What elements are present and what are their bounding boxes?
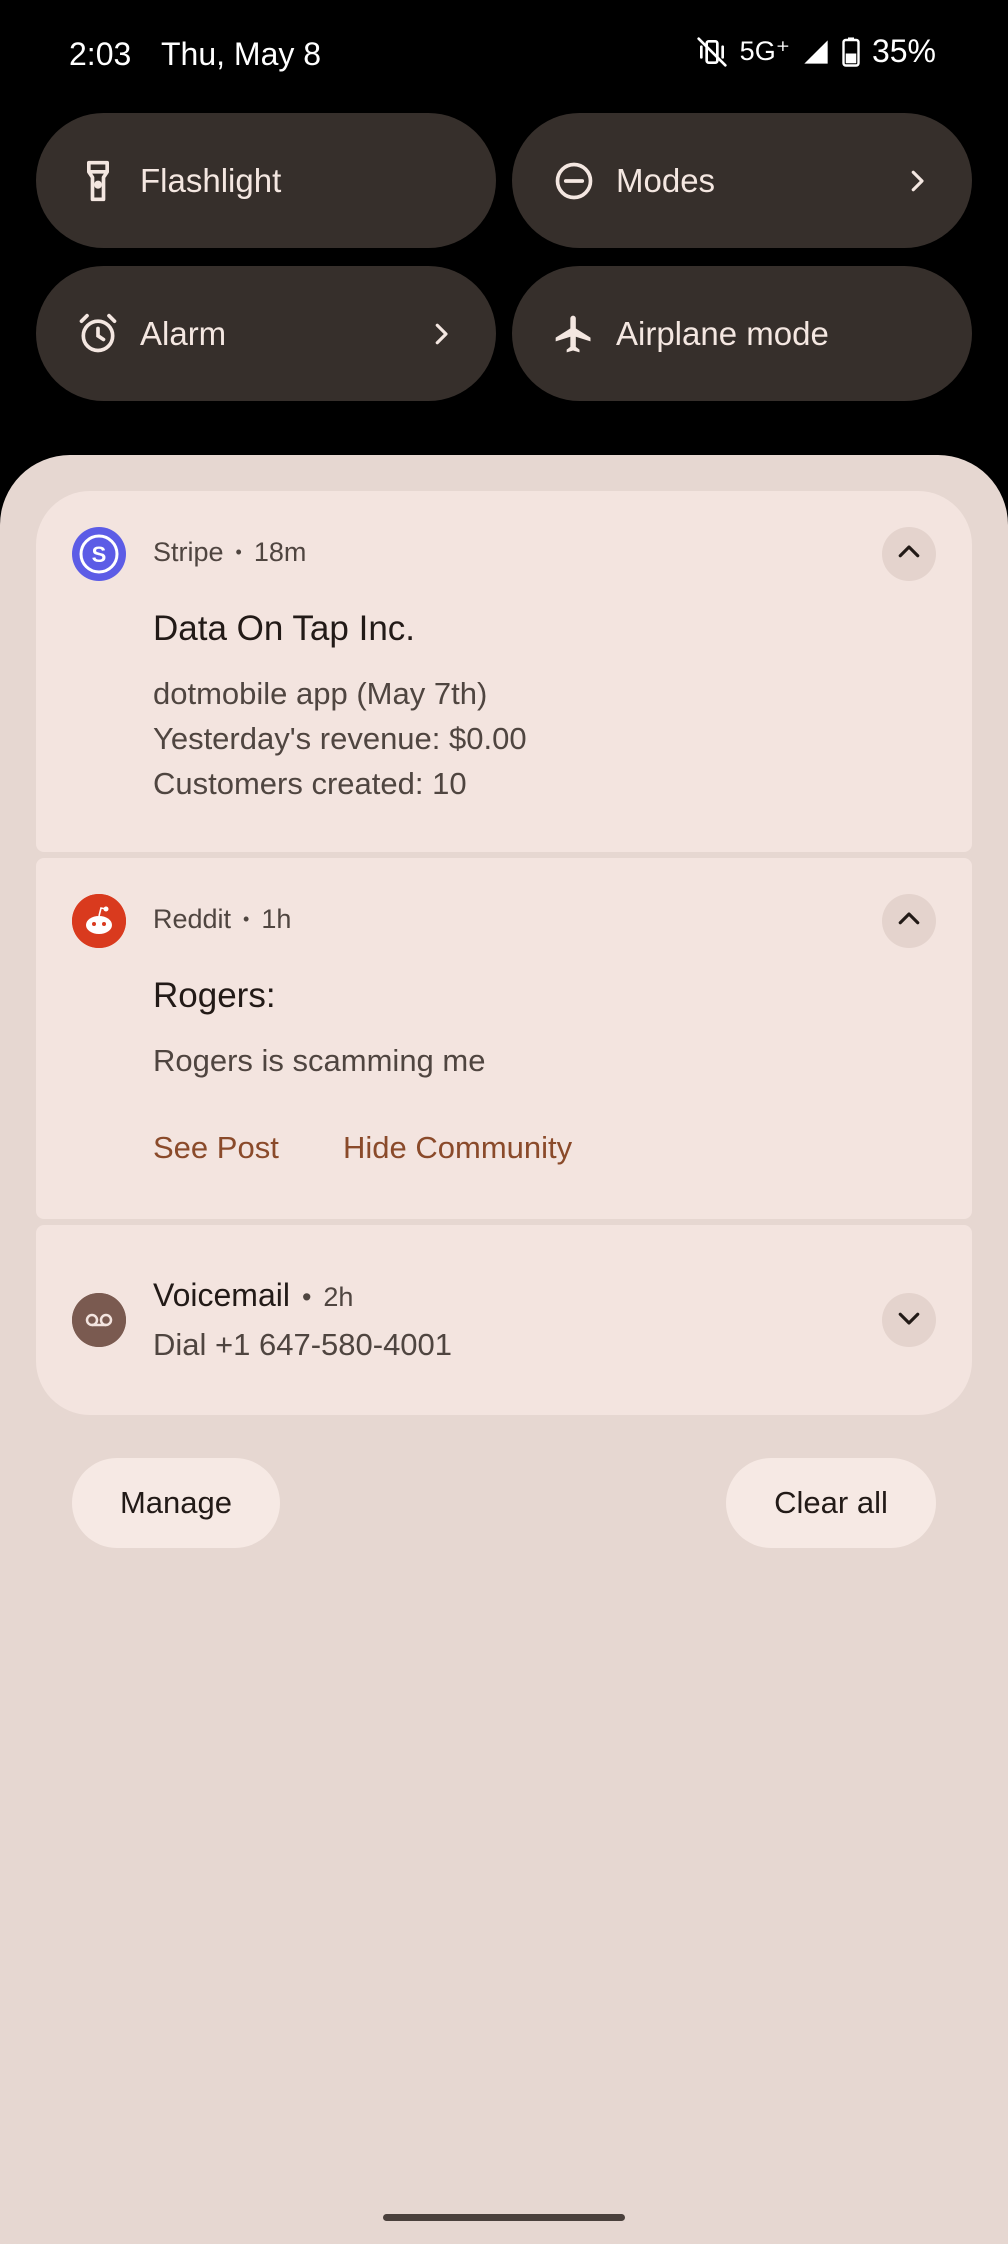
notification-body: dotmobile app (May 7th) Yesterday's reve… xyxy=(153,671,527,806)
chevron-up-icon xyxy=(894,904,924,939)
alarm-clock-icon xyxy=(76,312,120,356)
tile-label: Modes xyxy=(616,161,716,199)
svg-text:S: S xyxy=(92,542,107,567)
voicemail-app-icon xyxy=(72,1293,126,1347)
app-name: Voicemail xyxy=(153,1277,290,1313)
body-line: Customers created: 10 xyxy=(153,766,467,801)
manage-button[interactable]: Manage xyxy=(72,1458,280,1548)
tile-modes[interactable]: Modes xyxy=(512,113,972,248)
flashlight-icon xyxy=(76,159,120,203)
reddit-app-icon xyxy=(72,894,126,948)
signal-icon xyxy=(802,38,830,66)
clear-all-button[interactable]: Clear all xyxy=(726,1458,936,1548)
tile-alarm[interactable]: Alarm xyxy=(36,266,496,401)
vibrate-off-icon xyxy=(696,36,728,68)
app-name: Stripe xyxy=(153,537,224,567)
collapse-button[interactable] xyxy=(882,527,936,581)
body-line: Yesterday's revenue: $0.00 xyxy=(153,721,527,756)
status-icons: 5G⁺ 35% xyxy=(696,33,936,70)
notification-header: Voicemail • 2h xyxy=(153,1277,353,1314)
tile-label: Flashlight xyxy=(140,161,282,199)
battery-percent: 35% xyxy=(871,33,936,69)
separator-dot: • xyxy=(243,909,250,929)
tile-airplane-mode[interactable]: Airplane mode xyxy=(512,266,972,401)
home-indicator[interactable] xyxy=(383,2214,625,2221)
notification-time: 1h xyxy=(261,904,292,934)
notification-time: 2h xyxy=(323,1282,354,1312)
chevron-down-icon xyxy=(894,1303,924,1338)
status-bar: 2:03 Thu, May 8 5G⁺ 35% xyxy=(0,0,1008,108)
chevron-up-icon xyxy=(894,537,924,572)
status-time: 2:03 xyxy=(69,36,132,72)
notification-body: Dial +1 647-580-4001 xyxy=(153,1327,453,1362)
airplane-icon xyxy=(552,312,596,356)
status-date: Thu, May 8 xyxy=(161,36,322,72)
separator-dot: • xyxy=(235,542,242,562)
body-line: dotmobile app (May 7th) xyxy=(153,676,488,711)
do-not-disturb-icon xyxy=(552,159,596,203)
network-label: 5G⁺ xyxy=(739,36,790,66)
stripe-app-icon: S xyxy=(72,527,126,581)
battery-icon xyxy=(842,36,860,67)
notification-header: Reddit • 1h xyxy=(153,904,291,935)
app-name: Reddit xyxy=(153,904,232,934)
notification-reddit[interactable]: Reddit • 1h Rogers: Rogers is scamming m… xyxy=(36,858,972,1219)
chevron-right-icon xyxy=(902,166,932,196)
see-post-button[interactable]: See Post xyxy=(153,1130,279,1166)
notification-title: Rogers: xyxy=(153,976,276,1015)
tile-flashlight[interactable]: Flashlight xyxy=(36,113,496,248)
chevron-right-icon xyxy=(426,319,456,349)
hide-community-button[interactable]: Hide Community xyxy=(343,1130,572,1166)
separator-dot: • xyxy=(301,1282,312,1312)
notification-time: 18m xyxy=(253,537,307,567)
notification-title: Data On Tap Inc. xyxy=(153,609,416,648)
collapse-button[interactable] xyxy=(882,894,936,948)
notification-body: Rogers is scamming me xyxy=(153,1043,486,1078)
expand-button[interactable] xyxy=(882,1293,936,1347)
tile-label: Alarm xyxy=(140,314,227,352)
tile-label: Airplane mode xyxy=(616,314,829,352)
notification-voicemail[interactable]: Voicemail • 2h Dial +1 647-580-4001 xyxy=(36,1225,972,1415)
notification-stripe[interactable]: S Stripe • 18m Data On Tap Inc. dotmobil… xyxy=(36,491,972,852)
notification-header: Stripe • 18m xyxy=(153,537,306,568)
